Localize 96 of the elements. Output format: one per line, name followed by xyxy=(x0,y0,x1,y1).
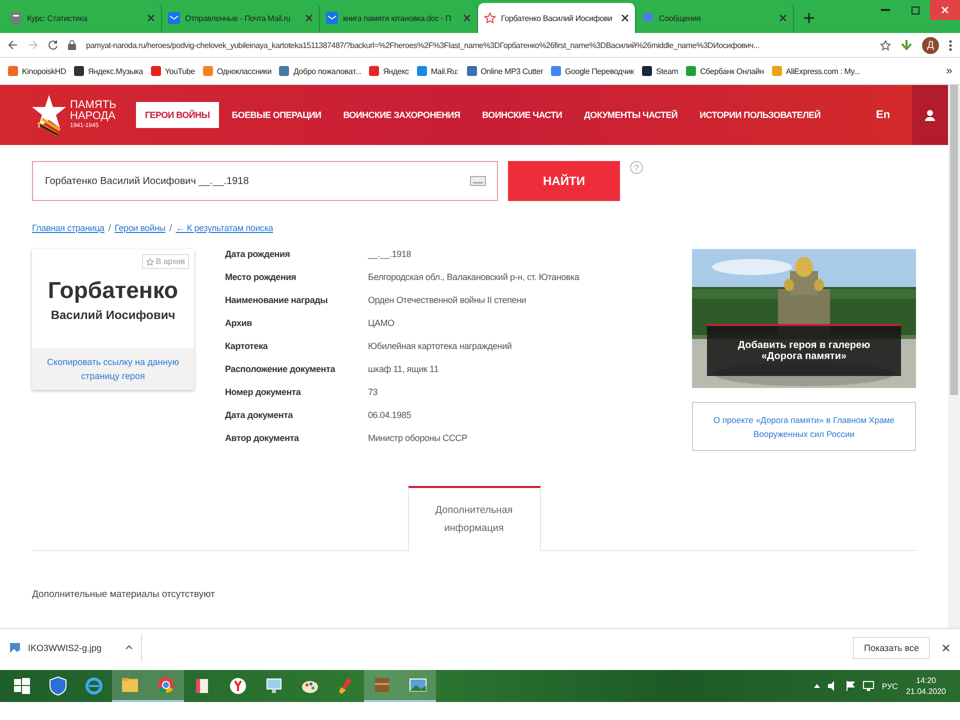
breadcrumb-separator: / xyxy=(108,223,111,233)
detail-label: Автор документа xyxy=(225,433,300,445)
search-button[interactable]: НАЙТИ xyxy=(508,161,620,201)
document-icon xyxy=(10,12,22,24)
download-arrow-icon[interactable] xyxy=(901,40,912,50)
star-icon xyxy=(484,12,496,24)
nav-item[interactable]: БОЕВЫЕ ОПЕРАЦИИ xyxy=(222,102,330,128)
nav-item[interactable]: ГЕРОИ ВОЙНЫ xyxy=(136,102,219,128)
lock-icon xyxy=(68,40,76,50)
close-icon[interactable] xyxy=(942,644,950,652)
detail-value: 06.04.1985 xyxy=(368,410,412,422)
browser-e-icon[interactable] xyxy=(84,676,104,696)
project-link[interactable]: О проекте «Дорога памяти» в Главном Храме Вооруженных сил России xyxy=(692,402,916,451)
network-icon[interactable] xyxy=(862,681,874,691)
nav-item[interactable]: ВОИНСКИЕ ЗАХОРОНЕНИЯ xyxy=(334,102,470,128)
bookmark[interactable]: KinopoiskHD xyxy=(8,66,66,76)
bookmark[interactable]: Одноклассники xyxy=(202,66,272,76)
bookmark[interactable]: Steam xyxy=(642,66,678,76)
new-tab-icon[interactable] xyxy=(804,13,814,23)
chrome-icon[interactable] xyxy=(156,675,176,695)
caret-icon[interactable] xyxy=(814,684,820,688)
detail-value: шкаф 11, ящик 11 xyxy=(368,364,440,376)
detail-value: Орден Отечественной войны II степени xyxy=(368,295,528,307)
envelope-icon xyxy=(168,12,180,24)
detail-value: Министр обороны СССР xyxy=(368,433,468,445)
envelope-icon xyxy=(326,12,338,24)
taskbar-button[interactable] xyxy=(400,670,436,702)
nav-item[interactable]: ИСТОРИИ ПОЛЬЗОВАТЕЛЕЙ xyxy=(690,102,830,128)
breadcrumb-separator: / xyxy=(169,223,172,233)
breadcrumb-link[interactable]: Главная страница xyxy=(32,223,104,233)
bookmark[interactable]: Яндекс.Музыка xyxy=(74,66,143,76)
detail-label: Дата документа xyxy=(225,410,294,422)
shield-icon[interactable] xyxy=(48,676,68,696)
bookmark[interactable]: Google Переводчик xyxy=(550,66,634,76)
monitor-icon[interactable] xyxy=(264,676,284,696)
browser-tab[interactable]: Горбатенко Василий Иосифови xyxy=(478,3,636,33)
detail-label: Архив xyxy=(225,318,253,330)
detail-label: Расположение документа xyxy=(225,364,336,376)
clock[interactable]: 14:20 21.04.2020 xyxy=(906,676,946,696)
detail-value: Юбилейная картотека награждений xyxy=(368,341,513,353)
info-tab[interactable]: Дополнительная информация xyxy=(408,486,540,551)
user-icon xyxy=(925,110,935,120)
detail-label: Место рождения xyxy=(225,272,298,284)
reload-icon[interactable] xyxy=(48,40,58,50)
profile-avatar[interactable]: Д xyxy=(922,36,939,54)
promo-caption: Добавить героя в галерею «Дорога памяти» xyxy=(707,324,901,376)
logo-text: ПАМЯТЬ xyxy=(70,100,116,110)
windows-icon[interactable] xyxy=(12,676,32,696)
detail-label: Картотека xyxy=(225,341,269,353)
bookmark[interactable]: Сбербанк Онлайн xyxy=(686,66,764,76)
empty-note: Дополнительные материалы отсутствуют xyxy=(32,589,216,600)
address-field[interactable]: pamyat-naroda.ru/heroes/podvig-chelovek_yubileinaya_kartoteka1511387487/?backurl=%2Fheroes%2F%3Flast_name%3DГорбатенко%26first_name%3DВасилий%26middle_name%3DИосифович... xyxy=(86,40,870,50)
detail-value: 73 xyxy=(368,387,379,399)
menu-icon[interactable] xyxy=(949,40,952,50)
folder-icon[interactable] xyxy=(120,675,140,695)
star-ribbon-logo-icon xyxy=(32,93,66,137)
download-item[interactable]: IKO3WWIS2-g.jpg xyxy=(10,634,142,662)
bookmark[interactable]: Яндекс xyxy=(369,66,409,76)
promo-banner[interactable]: Добавить героя в галерею «Дорога памяти» xyxy=(692,249,916,388)
detail-value: __.__.1918 xyxy=(368,249,412,261)
back-icon[interactable] xyxy=(8,40,18,50)
language-link[interactable]: En xyxy=(876,109,912,121)
bookmark[interactable]: Добро пожаловат... xyxy=(279,66,362,76)
yandex-icon[interactable] xyxy=(228,676,248,696)
breadcrumb-link[interactable]: ← К результатам поиска xyxy=(176,223,274,233)
detail-label: Дата рождения xyxy=(225,249,291,261)
bookmark-star-icon[interactable] xyxy=(880,40,891,50)
nav-item[interactable]: ВОИНСКИЕ ЧАСТИ xyxy=(473,102,572,128)
hero-surname: Горбатенко xyxy=(48,277,178,304)
caret-icon[interactable] xyxy=(125,645,133,650)
detail-value: Белгородская обл., Валакановский р-н, ст. Ютановка xyxy=(368,272,580,284)
language-indicator[interactable]: РУС xyxy=(882,682,898,690)
logo-text: НАРОДА xyxy=(70,110,116,122)
detail-label: Наименование награды xyxy=(225,295,329,307)
nav-item[interactable]: ДОКУМЕНТЫ ЧАСТЕЙ xyxy=(575,102,687,128)
show-all-button[interactable]: Показать все xyxy=(853,636,930,658)
breadcrumb-link[interactable]: Герои войны xyxy=(114,223,166,233)
minimize-icon[interactable] xyxy=(880,8,890,12)
flag-icon[interactable] xyxy=(846,681,855,691)
bookmark[interactable]: Mail.Ru: xyxy=(416,66,459,76)
hero-name: Василий Иосифович xyxy=(50,308,176,322)
copy-link[interactable]: Скопировать ссылку на данную страницу героя xyxy=(32,348,194,390)
scrollbar[interactable] xyxy=(948,85,960,628)
star-icon xyxy=(146,258,154,266)
detail-value: ЦАМО xyxy=(368,318,396,330)
bookmark[interactable]: YouTube xyxy=(150,66,195,76)
taskbar-button[interactable] xyxy=(364,670,400,702)
bookmark[interactable]: Online MP3 Cutter xyxy=(466,66,543,76)
search-field[interactable]: Горбатенко Василий Иосифович __.__.1918 xyxy=(32,161,498,201)
maximize-icon[interactable] xyxy=(910,6,920,14)
more-bookmarks[interactable]: » xyxy=(946,65,952,77)
chat-icon xyxy=(642,12,654,24)
bookmark[interactable]: AliExpress.com : My... xyxy=(772,66,860,76)
user-button[interactable] xyxy=(912,85,948,145)
close-icon[interactable] xyxy=(621,14,629,22)
detail-label: Номер документа xyxy=(225,387,302,399)
